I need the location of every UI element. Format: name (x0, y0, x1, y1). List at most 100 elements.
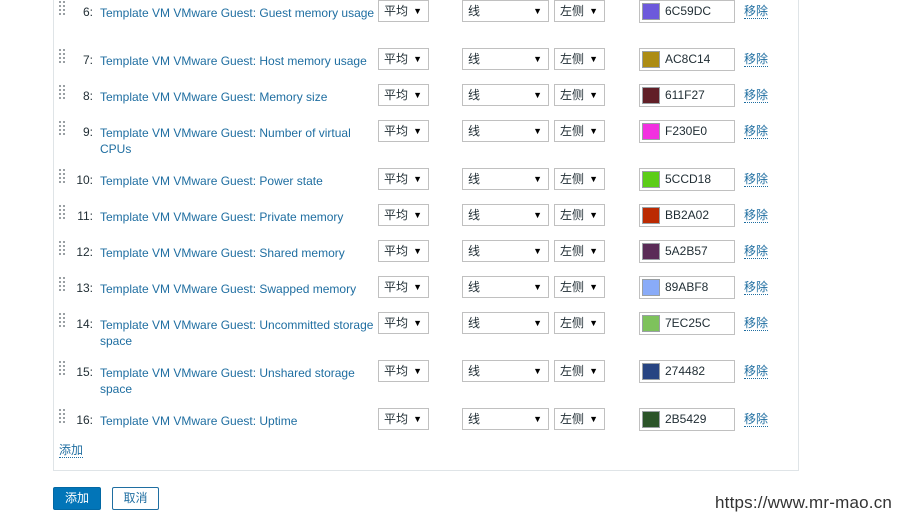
item-number: 10: (76, 173, 93, 187)
color-input[interactable]: 274482 (639, 360, 735, 383)
drag-handle-icon[interactable] (58, 0, 66, 18)
drag-handle-icon[interactable] (58, 204, 66, 222)
draw-style-select[interactable]: 线 ▼ (462, 48, 549, 70)
color-swatch[interactable] (642, 171, 660, 188)
item-name-link[interactable]: Template VM VMware Guest: Memory size (100, 89, 380, 105)
item-name-link[interactable]: Template VM VMware Guest: Guest memory u… (100, 5, 380, 21)
remove-item-link[interactable]: 移除 (744, 281, 769, 295)
function-select[interactable]: 平均 ▼ (378, 48, 429, 70)
cancel-button[interactable]: 取消 (112, 487, 159, 510)
drag-handle-icon[interactable] (58, 120, 66, 138)
color-input[interactable]: F230E0 (639, 120, 735, 143)
function-select[interactable]: 平均 ▼ (378, 0, 429, 22)
item-name-link[interactable]: Template VM VMware Guest: Unshared stora… (100, 365, 380, 397)
y-axis-select[interactable]: 左侧 ▼ (554, 120, 605, 142)
color-swatch[interactable] (642, 87, 660, 104)
y-axis-select[interactable]: 左侧 ▼ (554, 408, 605, 430)
color-input[interactable]: 5A2B57 (639, 240, 735, 263)
remove-item-link[interactable]: 移除 (744, 209, 769, 223)
remove-item-link[interactable]: 移除 (744, 53, 769, 67)
draw-style-select[interactable]: 线 ▼ (462, 408, 549, 430)
item-name-link[interactable]: Template VM VMware Guest: Uncommitted st… (100, 317, 380, 349)
draw-style-select[interactable]: 线 ▼ (462, 240, 549, 262)
drag-handle-icon[interactable] (58, 408, 66, 426)
chevron-down-icon: ▼ (589, 246, 598, 256)
item-name-link[interactable]: Template VM VMware Guest: Uptime (100, 413, 380, 429)
drag-handle-icon[interactable] (58, 48, 66, 66)
function-select[interactable]: 平均 ▼ (378, 312, 429, 334)
drag-handle-icon[interactable] (58, 240, 66, 258)
function-select[interactable]: 平均 ▼ (378, 168, 429, 190)
y-axis-select[interactable]: 左侧 ▼ (554, 240, 605, 262)
color-input[interactable]: 611F27 (639, 84, 735, 107)
remove-item-link[interactable]: 移除 (744, 245, 769, 259)
color-hex-value: BB2A02 (665, 208, 710, 222)
y-axis-select[interactable]: 左侧 ▼ (554, 168, 605, 190)
color-swatch[interactable] (642, 3, 660, 20)
draw-style-select[interactable]: 线 ▼ (462, 168, 549, 190)
drag-handle-icon[interactable] (58, 84, 66, 102)
color-input[interactable]: BB2A02 (639, 204, 735, 227)
draw-style-select-value: 线 (468, 316, 481, 330)
color-input[interactable]: 7EC25C (639, 312, 735, 335)
remove-item-link[interactable]: 移除 (744, 5, 769, 19)
color-swatch[interactable] (642, 363, 660, 380)
y-axis-select-value: 左侧 (560, 316, 585, 330)
color-input[interactable]: 5CCD18 (639, 168, 735, 191)
item-name-link[interactable]: Template VM VMware Guest: Shared memory (100, 245, 380, 261)
drag-handle-icon[interactable] (58, 168, 66, 186)
y-axis-select[interactable]: 左侧 ▼ (554, 276, 605, 298)
color-input[interactable]: AC8C14 (639, 48, 735, 71)
add-button[interactable]: 添加 (53, 487, 101, 510)
item-name-link[interactable]: Template VM VMware Guest: Private memory (100, 209, 380, 225)
drag-handle-icon[interactable] (58, 312, 66, 330)
color-swatch[interactable] (642, 207, 660, 224)
draw-style-select[interactable]: 线 ▼ (462, 120, 549, 142)
color-input[interactable]: 6C59DC (639, 0, 735, 23)
remove-item-link[interactable]: 移除 (744, 173, 769, 187)
color-swatch[interactable] (642, 51, 660, 68)
color-swatch[interactable] (642, 315, 660, 332)
draw-style-select[interactable]: 线 ▼ (462, 204, 549, 226)
color-swatch[interactable] (642, 411, 660, 428)
y-axis-select-value: 左侧 (560, 208, 585, 222)
draw-style-select[interactable]: 线 ▼ (462, 0, 549, 22)
y-axis-select[interactable]: 左侧 ▼ (554, 48, 605, 70)
function-select[interactable]: 平均 ▼ (378, 240, 429, 262)
function-select[interactable]: 平均 ▼ (378, 276, 429, 298)
function-select[interactable]: 平均 ▼ (378, 120, 429, 142)
drag-handle-icon[interactable] (58, 276, 66, 294)
y-axis-select[interactable]: 左侧 ▼ (554, 204, 605, 226)
item-name-link[interactable]: Template VM VMware Guest: Power state (100, 173, 380, 189)
function-select[interactable]: 平均 ▼ (378, 204, 429, 226)
color-swatch[interactable] (642, 123, 660, 140)
function-select[interactable]: 平均 ▼ (378, 84, 429, 106)
function-select[interactable]: 平均 ▼ (378, 360, 429, 382)
remove-item-link[interactable]: 移除 (744, 413, 769, 427)
color-input[interactable]: 89ABF8 (639, 276, 735, 299)
y-axis-select[interactable]: 左侧 ▼ (554, 360, 605, 382)
remove-item-link[interactable]: 移除 (744, 125, 769, 139)
draw-style-select[interactable]: 线 ▼ (462, 360, 549, 382)
remove-item-link[interactable]: 移除 (744, 89, 769, 103)
item-name-link[interactable]: Template VM VMware Guest: Host memory us… (100, 53, 380, 69)
remove-item-link[interactable]: 移除 (744, 317, 769, 331)
y-axis-select-value: 左侧 (560, 172, 585, 186)
draw-style-select[interactable]: 线 ▼ (462, 276, 549, 298)
add-item-link[interactable]: 添加 (59, 444, 84, 458)
y-axis-select[interactable]: 左侧 ▼ (554, 84, 605, 106)
y-axis-select[interactable]: 左侧 ▼ (554, 312, 605, 334)
item-name-link[interactable]: Template VM VMware Guest: Number of virt… (100, 125, 380, 157)
draw-style-select[interactable]: 线 ▼ (462, 312, 549, 334)
drag-handle-icon[interactable] (58, 360, 66, 378)
y-axis-select[interactable]: 左侧 ▼ (554, 0, 605, 22)
draw-style-select-value: 线 (468, 244, 481, 258)
color-hex-value: 274482 (665, 364, 706, 378)
color-swatch[interactable] (642, 243, 660, 260)
draw-style-select[interactable]: 线 ▼ (462, 84, 549, 106)
remove-item-link[interactable]: 移除 (744, 365, 769, 379)
function-select[interactable]: 平均 ▼ (378, 408, 429, 430)
color-input[interactable]: 2B5429 (639, 408, 735, 431)
item-name-link[interactable]: Template VM VMware Guest: Swapped memory (100, 281, 380, 297)
color-swatch[interactable] (642, 279, 660, 296)
